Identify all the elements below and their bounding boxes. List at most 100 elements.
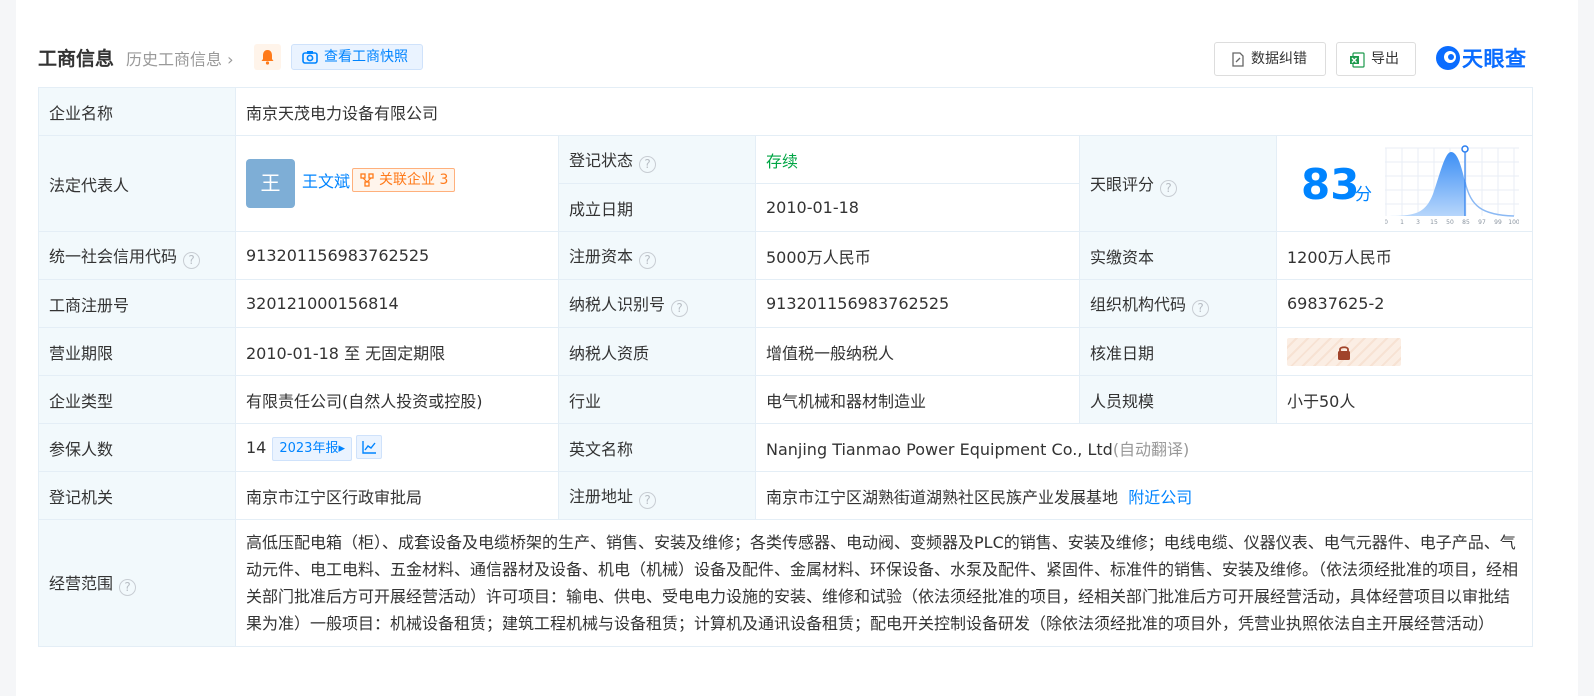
found-date-value: 2010-01-18 [755,183,1080,232]
company-type-label: 企业类型 [38,375,236,424]
table-row: 企业名称 南京天茂电力设备有限公司 [38,87,1534,136]
help-icon[interactable]: ? [639,155,657,173]
annual-report-label: 2023年报 [279,440,339,456]
table-row: 经营范围? 高低压配电箱（柜）、成套设备及电缆桥架的生产、销售、安装及维修；各类… [38,519,1534,647]
section-title: 工商信息 [38,48,115,70]
found-date-label: 成立日期 [558,183,756,232]
help-icon[interactable]: ? [1160,179,1178,197]
data-correct-button[interactable]: 数据纠错 [1214,42,1326,76]
score-axis-ticks: 0 1 3 15 50 85 97 99 100 [1385,219,1519,226]
auto-translate-note: (自动翻译) [1112,439,1190,459]
history-link[interactable]: 历史工商信息 › [126,46,234,70]
table-row: 企业类型 有限责任公司(自然人投资或控股) 行业 电气机械和器材制造业 人员规模… [38,375,1534,424]
industry-value: 电气机械和器材制造业 [755,375,1080,424]
score-tick: 3 [1416,219,1420,226]
credit-code-value: 91320115698376252​5 [235,231,559,280]
score-distribution-chart: 0 1 3 15 50 85 97 99 100 [1385,145,1519,226]
business-info-card: 工商信息 历史工商信息 › 查看工商快照 数据纠错 导出 天眼查 企业名称 南京… [16,0,1578,696]
related-company-label: 关联企业 [379,171,436,188]
biz-term-label: 营业期限 [38,327,236,376]
camera-icon [302,51,318,64]
related-company-count: 3 [439,171,449,188]
excel-icon [1350,52,1365,68]
chevron-right-icon: › [222,50,234,69]
help-icon[interactable]: ? [1192,299,1210,317]
reg-capital-label: 注册资本 [569,246,634,266]
approve-date-cell [1275,327,1534,376]
biz-scope-label-cell: 经营范围? [38,519,236,647]
quick-snapshot-label: 查看工商快照 [324,49,408,65]
score-tick: 99 [1494,219,1502,226]
avatar[interactable]: 王 [246,159,295,208]
staff-size-value: 小于50人 [1275,375,1534,424]
reg-address-label: 注册地址 [569,486,634,506]
approve-date-label: 核准日期 [1079,327,1277,376]
export-label: 导出 [1371,51,1399,67]
score-cell[interactable]: 83 分 0 1 3 15 50 85 97 99 100 [1275,135,1534,232]
score-tick: 0 [1385,219,1388,226]
reg-address-value: 南京市江宁区湖熟街道湖熟社区民族产业发展基地 [766,487,1119,507]
lock-icon [1338,345,1350,360]
english-name-cell: Nanjing Tianmao Power Equipment Co., Ltd… [754,423,1534,472]
taxpayer-id-label-cell: 纳税人识别号? [558,279,756,328]
paid-capital-label: 实缴资本 [1079,231,1277,280]
section-header: 工商信息 历史工商信息 › 查看工商快照 数据纠错 导出 天眼查 [38,40,1556,76]
score-tick: 50 [1446,219,1454,226]
reg-status-label: 登记状态 [569,150,634,170]
company-name-label: 企业名称 [38,87,236,136]
table-row: 营业期限 2010-01-18 至 无固定期限 纳税人资质 增值税一般纳税人 核… [38,327,1534,376]
legal-rep-name-link[interactable]: 王文斌 [302,168,350,192]
company-name-value: 南京天茂电力设备有限公司 [234,87,1534,136]
help-icon[interactable]: ? [183,251,201,269]
table-row: 法定代表人 王王文斌 关联企业 3 登记状态? 存续 天眼评分? 83 分 0 … [38,135,1534,232]
legal-rep-cell: 王王文斌 关联企业 3 [235,135,559,232]
caret-right-icon: ▸ [338,440,345,456]
company-type-value: 有限责任公司(自然人投资或控股) [235,375,559,424]
table-row: 登记机关 南京市江宁区行政审批局 注册地址? 南京市江宁区湖熟街道湖熟社区民族产… [38,471,1534,520]
score-tick: 15 [1430,219,1438,226]
english-name-value: Nanjing Tianmao Power Equipment Co., Ltd [766,439,1113,459]
nearby-company-link[interactable]: 附近公司 [1128,488,1192,507]
org-code-label: 组织机构代码 [1090,294,1187,314]
insured-cell: 14 2023年报▸ [235,423,559,472]
industry-label: 行业 [558,375,756,424]
reg-status-label-cell: 登记状态? [558,135,756,184]
network-icon [360,172,374,187]
insured-trend-button[interactable] [355,434,382,459]
help-icon[interactable]: ? [119,579,137,596]
data-correct-label: 数据纠错 [1251,51,1307,67]
biz-scope-label: 经营范围 [49,574,114,593]
score-tick: 85 [1462,219,1470,226]
score-label: 天眼评分 [1090,174,1155,194]
taxpayer-qual-value: 增值税一般纳税人 [755,327,1080,376]
annual-report-button[interactable]: 2023年报▸ [272,436,352,461]
taxpayer-id-label: 纳税人识别号 [569,294,666,314]
legal-rep-label: 法定代表人 [38,135,236,232]
quick-snapshot-button[interactable]: 查看工商快照 [291,44,423,70]
export-button[interactable]: 导出 [1336,42,1416,76]
reg-address-label-cell: 注册地址? [558,471,756,520]
table-row: 统一社会信用代码? 91320115698376252​5 注册资本? 5000… [38,231,1534,280]
insured-value: 14 [246,437,267,457]
reg-capital-label-cell: 注册资本? [558,231,756,280]
credit-code-label: 统一社会信用代码 [49,246,178,266]
score-tick: 100 [1508,219,1519,226]
reg-authority-value: 南京市江宁区行政审批局 [235,471,559,520]
taxpayer-qual-label: 纳税人资质 [558,327,756,376]
help-icon[interactable]: ? [639,491,657,509]
biz-scope-value: 高低压配电箱（柜）、成套设备及电缆桥架的生产、销售、安装及维修；各类传感器、电动… [234,519,1534,647]
reg-status-value: 存续 [755,135,1080,184]
paid-capital-value: 1200万人民币 [1275,231,1534,280]
biz-reg-no-value: 320121000156814 [235,279,559,328]
approve-date-locked[interactable] [1287,337,1401,366]
related-company-badge[interactable]: 关联企业 3 [352,167,456,192]
taxpayer-id-value: 913201156983762525 [755,279,1080,328]
score-tick: 1 [1400,219,1404,226]
staff-size-label: 人员规模 [1079,375,1277,424]
bell-button[interactable] [254,44,281,70]
table-row: 参保人数 14 2023年报▸ 英文名称 Nanjing Tianmao Powe… [38,423,1534,472]
help-icon[interactable]: ? [671,299,689,317]
credit-code-label-cell: 统一社会信用代码? [38,231,236,280]
reg-address-cell: 南京市江宁区湖熟街道湖熟社区民族产业发展基地 附近公司 [754,471,1534,520]
help-icon[interactable]: ? [639,251,657,269]
